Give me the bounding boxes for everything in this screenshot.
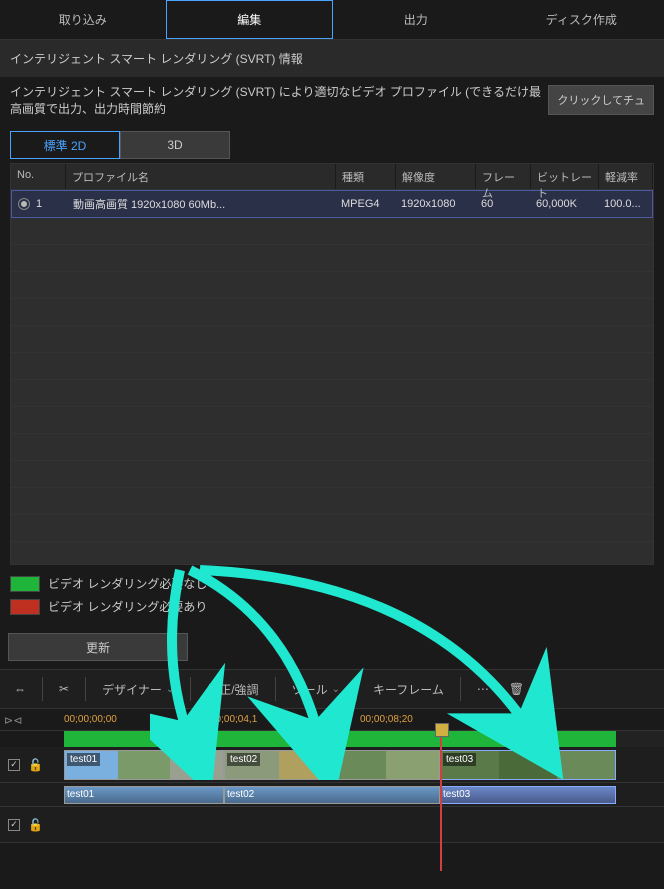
cut-tool-icon[interactable]: ✂ (51, 678, 77, 700)
legend-label-need: ビデオ レンダリング必要あり (48, 598, 207, 615)
ruler-mark: 00;00;04,1 (210, 714, 257, 725)
render-status-bar (64, 731, 664, 747)
divider (460, 677, 461, 701)
timeline-toolbar: ⇔ ✂ デザイナー⌄ 補正/強調 ツール⌄ キーフレーム ⋯ 🗑 (0, 669, 664, 709)
chevron-down-icon: ⌄ (332, 684, 340, 695)
audio-clip[interactable]: test02 (224, 786, 440, 804)
more-icon[interactable]: ⋯ (469, 678, 497, 700)
track-lock-icon[interactable]: 🔓 (28, 818, 43, 832)
time-ruler[interactable]: ⊳⊲ 00;00;00;00 00;00;04,1 00;00;08;20 ;1… (0, 709, 664, 731)
col-frame: フレーム (476, 164, 531, 189)
svrt-info-desc: インテリジェント スマート レンダリング (SVRT) により適切なビデオ プロ… (10, 83, 542, 117)
move-tool-icon[interactable]: ⇔ (6, 678, 34, 700)
tab-import[interactable]: 取り込み (0, 0, 166, 39)
svrt-info-header: インテリジェント スマート レンダリング (SVRT) 情報 (0, 40, 664, 77)
track-lock-icon[interactable]: 🔓 (28, 758, 43, 772)
col-no: No. (11, 164, 66, 189)
divider (42, 677, 43, 701)
audio-clip[interactable]: test03 (440, 786, 616, 804)
tab-2d[interactable]: 標準 2D (10, 131, 120, 159)
audio-track: test01 test02 test03 (0, 783, 664, 807)
empty-track: ✓ 🔓 (0, 807, 664, 843)
divider (275, 677, 276, 701)
keyframe-menu[interactable]: キーフレーム (365, 677, 452, 702)
table-row[interactable]: 1 動画高画質 1920x1080 60Mb... MPEG4 1920x108… (11, 190, 653, 218)
timeline: ⊳⊲ 00;00;00;00 00;00;04,1 00;00;08;20 ;1… (0, 709, 664, 843)
video-clip[interactable]: test01 (64, 750, 224, 780)
designer-menu[interactable]: デザイナー⌄ (94, 677, 182, 702)
divider (85, 677, 86, 701)
legend-label-none: ビデオ レンダリング必要なし (48, 575, 207, 592)
col-bitrate: ビットレート (531, 164, 599, 189)
video-track: ✓ 🔓 test01 test02 test03 (0, 747, 664, 783)
legend-swatch-red (10, 599, 40, 615)
row-bitrate: 60,000K (530, 193, 598, 215)
row-reduce: 100.0... (598, 193, 652, 215)
trash-icon[interactable]: 🗑 (501, 678, 532, 700)
col-reduce: 軽減率 (599, 164, 653, 189)
render-segment (64, 731, 224, 747)
row-res: 1920x1080 (395, 193, 475, 215)
row-radio[interactable] (18, 198, 30, 210)
row-frame: 60 (475, 193, 530, 215)
col-kind: 種類 (336, 164, 396, 189)
main-tabs: 取り込み 編集 出力 ディスク作成 (0, 0, 664, 40)
legend: ビデオ レンダリング必要なし ビデオ レンダリング必要あり (10, 575, 654, 615)
ruler-mark: 00;00;00;00 (64, 714, 117, 725)
ruler-mark: 00;00;08;20 (360, 714, 413, 725)
render-segment (224, 731, 440, 747)
correction-menu[interactable]: 補正/強調 (199, 677, 266, 702)
tab-disc[interactable]: ディスク作成 (499, 0, 664, 39)
render-segment (440, 731, 616, 747)
divider (356, 677, 357, 701)
playhead[interactable] (440, 731, 442, 871)
divider (190, 677, 191, 701)
tab-output[interactable]: 出力 (333, 0, 499, 39)
track-visible-checkbox[interactable]: ✓ (8, 819, 20, 831)
table-header: No. プロファイル名 種類 解像度 フレーム ビットレート 軽減率 (11, 164, 653, 190)
audio-clip[interactable]: test01 (64, 786, 224, 804)
profile-table: No. プロファイル名 種類 解像度 フレーム ビットレート 軽減率 1 動画高… (10, 163, 654, 565)
zoom-control-icon[interactable]: ⊳⊲ (4, 709, 22, 731)
row-kind: MPEG4 (335, 193, 395, 215)
tab-edit[interactable]: 編集 (166, 0, 334, 39)
col-resolution: 解像度 (396, 164, 476, 189)
table-empty-area (11, 218, 653, 564)
video-clip[interactable]: test03 (440, 750, 616, 780)
tab-3d[interactable]: 3D (120, 131, 230, 159)
update-button[interactable]: 更新 (8, 633, 188, 661)
col-profile: プロファイル名 (66, 164, 336, 189)
tool-menu[interactable]: ツール⌄ (284, 677, 348, 702)
mode-tabs: 標準 2D 3D (10, 131, 654, 159)
row-no: 1 (36, 198, 42, 210)
tutorial-button[interactable]: クリックしてチュ (548, 85, 654, 115)
row-profile: 動画高画質 1920x1080 60Mb... (67, 191, 335, 217)
video-clip[interactable]: test02 (224, 750, 440, 780)
legend-swatch-green (10, 576, 40, 592)
ruler-mark: ;12;30 (510, 714, 538, 725)
chevron-down-icon: ⌄ (166, 684, 174, 695)
track-visible-checkbox[interactable]: ✓ (8, 759, 20, 771)
